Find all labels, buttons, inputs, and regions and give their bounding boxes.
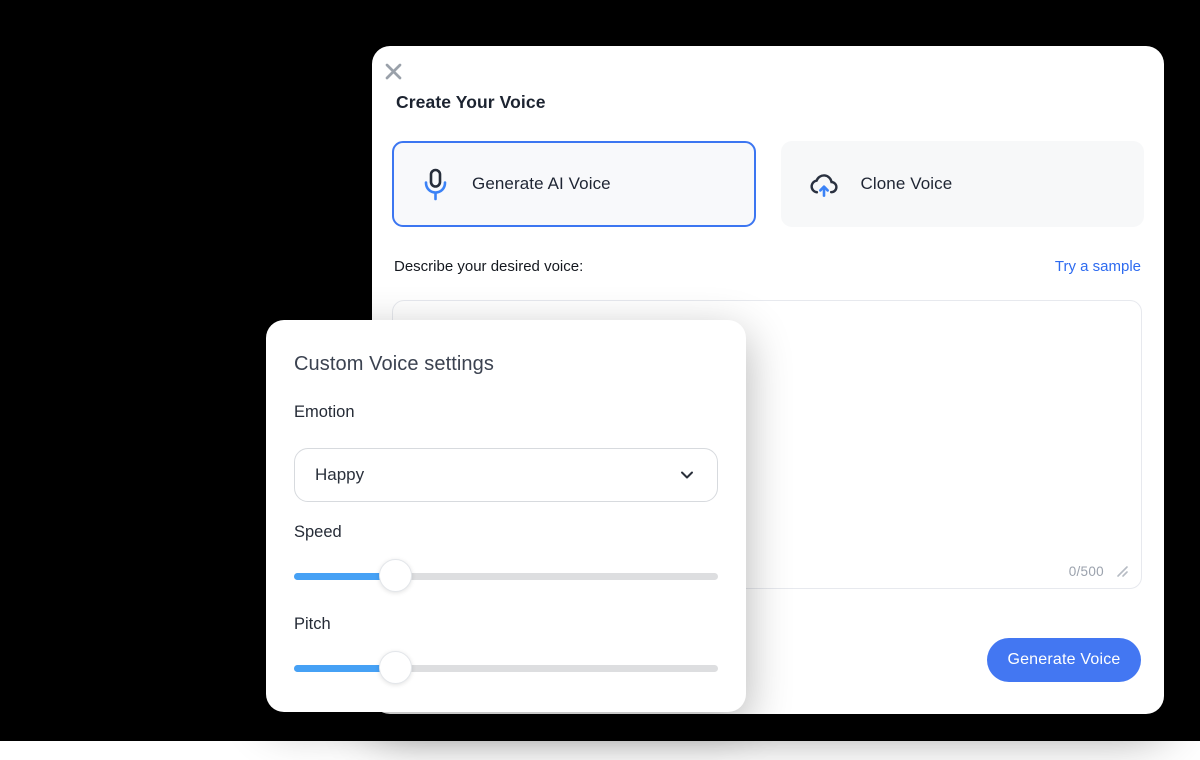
tab-clone-voice[interactable]: Clone Voice (781, 141, 1145, 227)
cloud-upload-icon (809, 167, 839, 201)
tab-generate-ai-voice[interactable]: Generate AI Voice (392, 141, 756, 227)
pitch-slider-thumb[interactable] (379, 651, 412, 684)
voice-mode-tabs: Generate AI Voice Clone Voice (392, 141, 1144, 227)
describe-label: Describe your desired voice: (394, 258, 583, 275)
speed-slider-thumb[interactable] (379, 559, 412, 592)
close-icon (383, 61, 404, 82)
generate-voice-button[interactable]: Generate Voice (987, 638, 1141, 682)
pitch-label: Pitch (294, 615, 331, 634)
close-button[interactable] (381, 59, 405, 83)
emotion-selected-value: Happy (315, 465, 364, 485)
microphone-icon (420, 167, 450, 201)
tab-label: Clone Voice (861, 174, 953, 194)
speed-label: Speed (294, 523, 342, 542)
tab-label: Generate AI Voice (472, 174, 611, 194)
try-a-sample-link[interactable]: Try a sample (1055, 258, 1141, 275)
modal-title: Create Your Voice (396, 92, 546, 113)
chevron-down-icon (679, 467, 695, 483)
speed-slider[interactable] (294, 559, 718, 593)
emotion-label: Emotion (294, 403, 355, 422)
pitch-slider[interactable] (294, 651, 718, 685)
popup-title: Custom Voice settings (294, 353, 494, 376)
describe-row: Describe your desired voice: Try a sampl… (394, 258, 1141, 275)
emotion-dropdown[interactable]: Happy (294, 448, 718, 502)
custom-voice-settings-popup: Custom Voice settings Emotion Happy Spee… (266, 320, 746, 712)
